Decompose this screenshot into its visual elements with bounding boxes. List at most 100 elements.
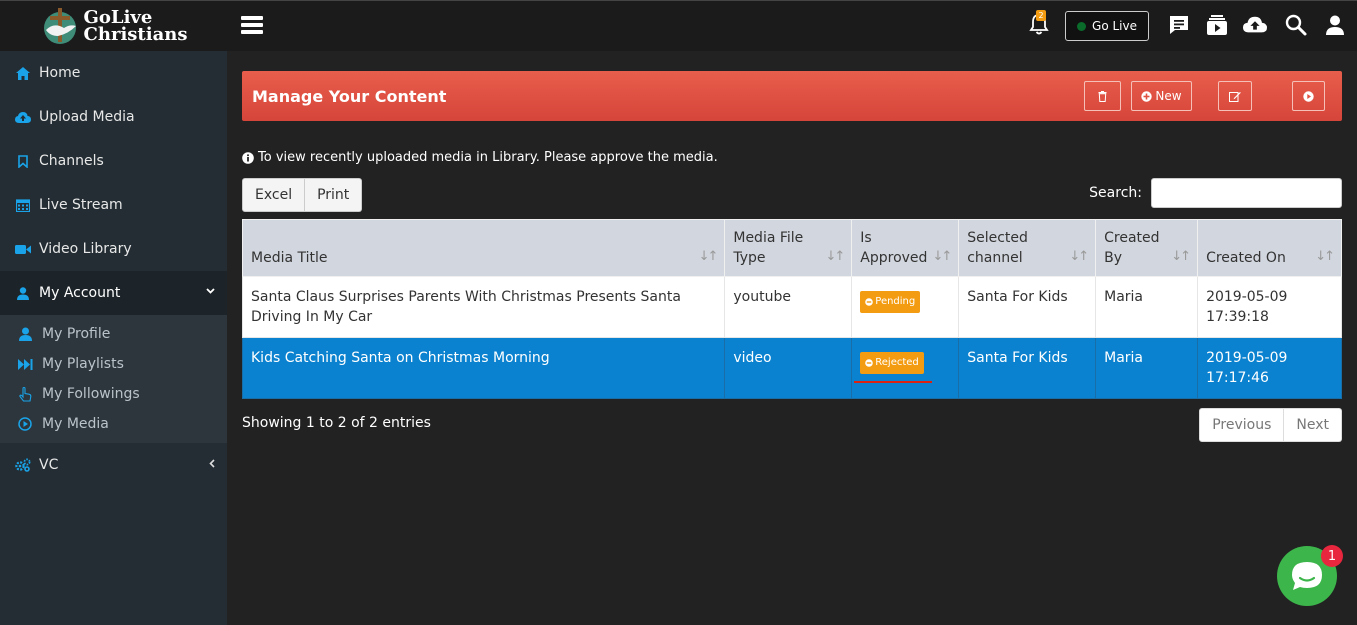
status-badge: Pending <box>860 291 921 313</box>
play-circle-icon <box>17 416 33 432</box>
header-label: Created <box>1104 230 1160 246</box>
cell-is-approved: Pending <box>851 276 960 338</box>
sidebar-item-label: VC <box>39 457 59 473</box>
logo[interactable]: GoLive Christians <box>0 0 227 51</box>
go-live-label: Go Live <box>1092 19 1137 33</box>
status-badge-label: Pending <box>875 296 916 307</box>
search-input[interactable] <box>1151 178 1342 208</box>
header-label: Media Title <box>251 250 328 266</box>
table-row[interactable]: Santa Claus Surprises Parents With Chris… <box>241 276 1342 338</box>
sort-icon: ↓↑ <box>1315 249 1335 264</box>
sidebar-item-home[interactable]: Home <box>0 51 227 95</box>
minus-circle-icon <box>865 359 874 367</box>
created-date: 2019-05-09 <box>1206 289 1288 305</box>
cell-media-title: Santa Claus Surprises Parents With Chris… <box>241 276 726 338</box>
sidebar-item-label: My Account <box>39 285 121 301</box>
sidebar-subitem-my-playlists[interactable]: My Playlists <box>0 349 227 379</box>
status-badge: Rejected <box>860 352 924 374</box>
header-label-line2: Approved <box>860 250 928 266</box>
delete-button[interactable] <box>1084 81 1121 111</box>
play-button[interactable] <box>1292 81 1325 111</box>
table-header-row: Media Title ↓↑ Media File Type ↓↑ Is Approve… <box>241 219 1342 277</box>
home-icon <box>15 65 31 81</box>
hand-pointer-icon <box>17 386 33 402</box>
go-live-button[interactable]: Go Live <box>1065 11 1149 41</box>
play-circle-icon <box>1303 90 1314 102</box>
table-row-selected[interactable]: Kids Catching Santa on Christmas Morning… <box>241 337 1342 399</box>
chat-bubble-icon <box>1292 562 1322 590</box>
sidebar-item-label: Video Library <box>39 241 132 257</box>
next-page-button[interactable]: Next <box>1284 408 1342 442</box>
sidebar-item-upload-media[interactable]: Upload Media <box>0 95 227 139</box>
sidebar-subitem-label: My Media <box>42 416 109 432</box>
sort-icon: ↓↑ <box>932 249 952 264</box>
new-button[interactable]: New <box>1131 81 1192 111</box>
sort-icon: ↓↑ <box>1171 249 1191 264</box>
sort-icon: ↓↑ <box>1069 249 1089 264</box>
sidebar-item-label: Live Stream <box>39 197 123 213</box>
live-status-dot <box>1077 21 1087 31</box>
chevron-left-icon <box>209 457 215 471</box>
sidebar-item-video-library[interactable]: Video Library <box>0 227 227 271</box>
manage-content-header: Manage Your Content New <box>242 71 1342 121</box>
gears-icon <box>15 457 31 473</box>
my-account-submenu: My Profile My Playlists My Followings My… <box>0 315 227 443</box>
sidebar-item-my-account[interactable]: My Account <box>0 271 227 315</box>
bookmark-icon <box>15 153 31 169</box>
edit-button[interactable] <box>1218 81 1252 111</box>
sidebar-subitem-my-media[interactable]: My Media <box>0 409 227 439</box>
cell-channel: Santa For Kids <box>958 337 1097 399</box>
calendar-icon <box>15 197 31 213</box>
hamburger-menu-icon[interactable] <box>241 16 263 36</box>
search-label: Search: <box>1089 185 1142 201</box>
excel-export-button[interactable]: Excel <box>242 178 306 212</box>
created-time: 17:17:46 <box>1206 370 1269 386</box>
sort-icon: ↓↑ <box>825 249 845 264</box>
column-header-created-on[interactable]: Created On ↓↑ <box>1197 219 1342 277</box>
column-header-is-approved[interactable]: Is Approved ↓↑ <box>851 219 960 277</box>
topbar: 2 Go Live <box>227 0 1357 51</box>
chat-unread-badge: 1 <box>1321 545 1343 567</box>
sidebar: GoLive Christians Home Upload Media Chan… <box>0 0 227 625</box>
notification-badge: 2 <box>1036 10 1046 21</box>
header-label: Media File <box>733 230 804 246</box>
sidebar-subitem-my-followings[interactable]: My Followings <box>0 379 227 409</box>
chevron-down-icon <box>206 283 215 297</box>
sidebar-item-label: Home <box>39 65 81 81</box>
chat-message-icon[interactable] <box>1167 13 1191 37</box>
column-header-media-file-type[interactable]: Media File Type ↓↑ <box>724 219 853 277</box>
header-label: Created On <box>1206 250 1286 266</box>
sidebar-item-vc[interactable]: VC <box>0 443 227 487</box>
sidebar-item-label: Upload Media <box>39 109 135 125</box>
header-label: Selected <box>967 230 1028 246</box>
sidebar-item-live-stream[interactable]: Live Stream <box>0 183 227 227</box>
sidebar-item-channels[interactable]: Channels <box>0 139 227 183</box>
trash-icon <box>1098 90 1107 102</box>
rejected-underline <box>854 381 933 383</box>
column-header-media-title[interactable]: Media Title ↓↑ <box>241 219 726 277</box>
cloud-upload-icon[interactable] <box>1243 13 1267 37</box>
print-button[interactable]: Print <box>305 178 363 212</box>
column-header-created-by[interactable]: Created By ↓↑ <box>1095 219 1199 277</box>
page-title: Manage Your Content <box>252 86 447 106</box>
user-profile-icon[interactable] <box>1323 13 1347 37</box>
sidebar-subitem-my-profile[interactable]: My Profile <box>0 319 227 349</box>
new-button-label: New <box>1155 89 1182 103</box>
search-icon[interactable] <box>1284 13 1308 37</box>
subscriptions-icon[interactable] <box>1205 13 1229 37</box>
cell-created-on: 2019-05-09 17:39:18 <box>1197 276 1342 338</box>
previous-page-button[interactable]: Previous <box>1199 408 1285 442</box>
sidebar-subitem-label: My Profile <box>42 326 111 342</box>
cell-created-by: Maria <box>1095 276 1199 338</box>
table-footer: Showing 1 to 2 of 2 entries Previous Nex… <box>242 408 1342 442</box>
header-label-line2: By <box>1104 250 1123 266</box>
cell-media-title: Kids Catching Santa on Christmas Morning <box>241 337 726 399</box>
status-badge-label: Rejected <box>875 357 919 368</box>
video-camera-icon <box>15 241 31 257</box>
cell-media-type: youtube <box>724 276 853 338</box>
column-header-selected-channel[interactable]: Selected channel ↓↑ <box>958 219 1097 277</box>
created-date: 2019-05-09 <box>1206 350 1288 366</box>
user-circle-icon <box>17 326 33 342</box>
media-table: Media Title ↓↑ Media File Type ↓↑ Is Approve… <box>241 219 1342 399</box>
info-message: To view recently uploaded media in Libra… <box>242 150 1342 165</box>
